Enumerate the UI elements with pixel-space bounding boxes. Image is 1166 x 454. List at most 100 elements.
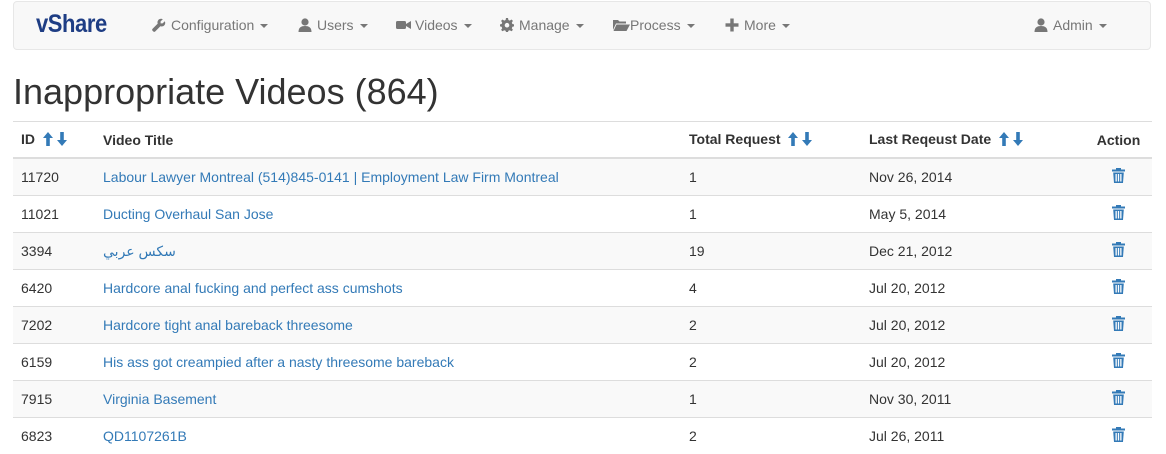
- cell-action: [1085, 418, 1152, 454]
- folder-open-icon: [613, 18, 630, 32]
- nav-configuration[interactable]: Configuration: [152, 2, 268, 49]
- sort-desc-icon[interactable]: [57, 132, 67, 146]
- cell-total-request: 2: [681, 307, 861, 344]
- trash-icon[interactable]: [1112, 205, 1125, 220]
- chevron-down-icon: [687, 24, 695, 28]
- nav-videos-label: Videos: [415, 17, 458, 33]
- nav-users[interactable]: Users: [298, 2, 368, 49]
- plus-icon: [725, 18, 741, 32]
- chevron-down-icon: [782, 24, 790, 28]
- sort-arrows: [43, 132, 67, 149]
- chevron-down-icon: [1099, 24, 1107, 28]
- header-total-request-label: Total Request: [689, 131, 781, 147]
- cell-last-request-date: Nov 30, 2011: [861, 381, 1085, 418]
- header-action: Action: [1085, 122, 1152, 159]
- cell-id: 7915: [13, 381, 95, 418]
- nav-videos[interactable]: Videos: [396, 2, 472, 49]
- nav-manage-label: Manage: [519, 17, 570, 33]
- chevron-down-icon: [464, 24, 472, 28]
- cell-total-request: 4: [681, 270, 861, 307]
- trash-icon[interactable]: [1112, 168, 1125, 183]
- cell-total-request: 1: [681, 158, 861, 196]
- video-camera-icon: [396, 18, 412, 32]
- sort-desc-icon[interactable]: [802, 132, 812, 146]
- cell-total-request: 19: [681, 233, 861, 270]
- wrench-icon: [152, 18, 168, 32]
- nav-more-label: More: [744, 17, 776, 33]
- header-last-request-date: Last Reqeust Date: [861, 122, 1085, 159]
- sort-desc-icon[interactable]: [1013, 132, 1023, 146]
- nav-users-label: Users: [317, 17, 354, 33]
- sort-asc-icon[interactable]: [999, 132, 1009, 146]
- cell-title: Ducting Overhaul San Jose: [95, 196, 681, 233]
- cell-id: 6823: [13, 418, 95, 454]
- nav-user-admin[interactable]: Admin: [1034, 2, 1107, 49]
- nav-process-label: Process: [630, 17, 681, 33]
- cell-action: [1085, 270, 1152, 307]
- trash-icon[interactable]: [1112, 353, 1125, 368]
- chevron-down-icon: [260, 24, 268, 28]
- cell-action: [1085, 307, 1152, 344]
- gear-icon: [500, 18, 516, 32]
- header-id: ID: [13, 122, 95, 159]
- video-title-link[interactable]: Ducting Overhaul San Jose: [103, 206, 273, 222]
- cell-total-request: 2: [681, 344, 861, 381]
- table-row: 7915 Virginia Basement 1 Nov 30, 2011: [13, 381, 1152, 418]
- trash-icon[interactable]: [1112, 390, 1125, 405]
- table-row: 6159 His ass got creampied after a nasty…: [13, 344, 1152, 381]
- cell-id: 7202: [13, 307, 95, 344]
- trash-icon[interactable]: [1112, 242, 1125, 257]
- chevron-down-icon: [576, 24, 584, 28]
- header-id-label: ID: [21, 131, 35, 147]
- trash-icon[interactable]: [1112, 316, 1125, 331]
- header-video-title: Video Title: [95, 122, 681, 159]
- cell-title: Hardcore tight anal bareback threesome: [95, 307, 681, 344]
- video-title-link[interactable]: QD1107261B: [103, 428, 187, 444]
- nav-user-admin-label: Admin: [1053, 17, 1093, 33]
- page-title: Inappropriate Videos (864): [13, 70, 439, 114]
- cell-title: Hardcore anal fucking and perfect ass cu…: [95, 270, 681, 307]
- nav-configuration-label: Configuration: [171, 17, 254, 33]
- cell-action: [1085, 344, 1152, 381]
- table-row: 6823 QD1107261B 2 Jul 26, 2011: [13, 418, 1152, 454]
- top-navbar: vShare Configuration Users Videos Manage…: [13, 1, 1151, 50]
- sort-arrows: [999, 132, 1023, 149]
- video-title-link[interactable]: Hardcore anal fucking and perfect ass cu…: [103, 280, 403, 296]
- trash-icon[interactable]: [1112, 279, 1125, 294]
- cell-title: Virginia Basement: [95, 381, 681, 418]
- table-row: 7202 Hardcore tight anal bareback threes…: [13, 307, 1152, 344]
- cell-last-request-date: Jul 20, 2012: [861, 344, 1085, 381]
- sort-asc-icon[interactable]: [43, 132, 53, 146]
- user-icon: [298, 18, 314, 32]
- cell-last-request-date: Jul 20, 2012: [861, 270, 1085, 307]
- table-row: 11021 Ducting Overhaul San Jose 1 May 5,…: [13, 196, 1152, 233]
- cell-last-request-date: May 5, 2014: [861, 196, 1085, 233]
- table-row: 6420 Hardcore anal fucking and perfect a…: [13, 270, 1152, 307]
- cell-id: 11720: [13, 158, 95, 196]
- nav-more[interactable]: More: [725, 2, 790, 49]
- brand-logo[interactable]: vShare: [36, 10, 107, 39]
- cell-last-request-date: Nov 26, 2014: [861, 158, 1085, 196]
- video-title-link[interactable]: Hardcore tight anal bareback threesome: [103, 317, 353, 333]
- inappropriate-videos-table: ID Video Title Total Request Last Reqeus…: [13, 121, 1152, 454]
- nav-manage[interactable]: Manage: [500, 2, 584, 49]
- cell-action: [1085, 233, 1152, 270]
- user-icon: [1034, 18, 1050, 32]
- cell-last-request-date: Jul 20, 2012: [861, 307, 1085, 344]
- cell-total-request: 2: [681, 418, 861, 454]
- video-title-link[interactable]: His ass got creampied after a nasty thre…: [103, 354, 454, 370]
- cell-id: 6159: [13, 344, 95, 381]
- cell-id: 3394: [13, 233, 95, 270]
- cell-total-request: 1: [681, 381, 861, 418]
- video-title-link[interactable]: Virginia Basement: [103, 391, 216, 407]
- cell-last-request-date: Jul 26, 2011: [861, 418, 1085, 454]
- nav-process[interactable]: Process: [613, 2, 695, 49]
- video-title-link[interactable]: Labour Lawyer Montreal (514)845-0141 | E…: [103, 169, 559, 185]
- chevron-down-icon: [360, 24, 368, 28]
- cell-last-request-date: Dec 21, 2012: [861, 233, 1085, 270]
- cell-action: [1085, 158, 1152, 196]
- cell-total-request: 1: [681, 196, 861, 233]
- sort-asc-icon[interactable]: [788, 132, 798, 146]
- trash-icon[interactable]: [1112, 427, 1125, 442]
- video-title-link[interactable]: سكس عربي: [103, 243, 176, 259]
